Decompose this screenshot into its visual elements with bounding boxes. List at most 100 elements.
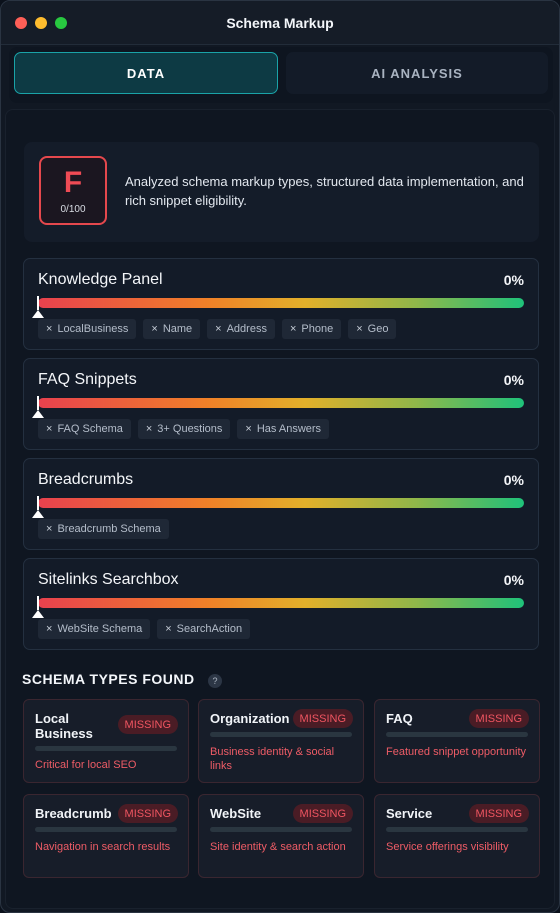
schema-type-card: Organization MISSING Business identity & s… bbox=[198, 699, 364, 783]
schema-type-bar bbox=[35, 827, 177, 832]
schema-type-name: FAQ bbox=[386, 711, 413, 726]
feature-name: Knowledge Panel bbox=[38, 271, 163, 288]
x-mark-icon: × bbox=[46, 423, 53, 435]
progress-marker-pointer bbox=[32, 410, 44, 418]
progress-bar bbox=[38, 498, 524, 508]
progress-marker bbox=[37, 396, 39, 410]
feature-percent: 0% bbox=[503, 472, 524, 488]
feature-name: Breadcrumbs bbox=[38, 471, 134, 488]
missing-badge: MISSING bbox=[292, 709, 353, 728]
schema-type-bar bbox=[386, 732, 528, 737]
feature-percent: 0% bbox=[503, 572, 524, 588]
requirement-label: Has Answers bbox=[256, 423, 322, 435]
grade-badge: F 0/100 bbox=[39, 156, 107, 225]
missing-badge: MISSING bbox=[292, 804, 353, 823]
requirement-chip: × FAQ Schema bbox=[38, 419, 131, 439]
schema-type-name: Organization bbox=[210, 711, 290, 726]
missing-badge: MISSING bbox=[468, 709, 529, 728]
requirement-chip: × Has Answers bbox=[237, 419, 330, 439]
progress-bar bbox=[38, 598, 524, 608]
grade-score: 0/100 bbox=[60, 204, 86, 215]
grade-letter: F bbox=[63, 166, 83, 199]
x-mark-icon: × bbox=[289, 323, 297, 335]
requirement-label: FAQ Schema bbox=[57, 423, 123, 435]
schema-type-card: Breadcrumb MISSING Navigation in search re… bbox=[23, 794, 189, 878]
schema-type-description: Service offerings visibility bbox=[386, 841, 509, 853]
requirement-label: LocalBusiness bbox=[57, 323, 129, 335]
requirement-label: WebSite Schema bbox=[57, 623, 143, 635]
x-mark-icon: × bbox=[245, 423, 252, 435]
progress-marker-pointer bbox=[32, 510, 44, 518]
schema-type-bar bbox=[386, 827, 528, 832]
schema-type-description: Business identity & social links bbox=[210, 746, 335, 772]
requirement-label: Breadcrumb Schema bbox=[57, 523, 161, 535]
requirement-chip: × Breadcrumb Schema bbox=[38, 519, 169, 539]
missing-badge: MISSING bbox=[468, 804, 529, 823]
progress-marker-pointer bbox=[32, 610, 44, 618]
progress-marker bbox=[37, 496, 39, 510]
schema-type-card: WebSite MISSING Site identity & search act… bbox=[198, 794, 364, 878]
feature-percent: 0% bbox=[503, 272, 524, 288]
data-panel: F 0/100 Analyzed schema markup types, st… bbox=[5, 109, 555, 909]
progress-bar bbox=[38, 398, 524, 408]
schema-type-description: Site identity & search action bbox=[210, 841, 346, 853]
schema-type-bar bbox=[210, 732, 352, 737]
score-description: Analyzed schema markup types, structured… bbox=[125, 174, 524, 208]
requirement-label: Geo bbox=[367, 323, 389, 335]
title-bar: Schema Markup bbox=[1, 1, 559, 45]
schema-type-name: Service bbox=[386, 806, 433, 821]
requirement-chip: × Phone bbox=[281, 319, 342, 339]
requirement-list: × LocalBusiness × Name × Address × Phone × Geo bbox=[38, 319, 397, 339]
feature-card: Sitelinks Searchbox 0% × WebSite Schema × Sea… bbox=[23, 558, 539, 650]
requirement-chip: × Name bbox=[143, 319, 201, 339]
requirement-label: 3+ Questions bbox=[157, 423, 223, 435]
progress-marker bbox=[37, 596, 39, 610]
x-mark-icon: × bbox=[215, 323, 222, 335]
schema-type-description: Critical for local SEO bbox=[35, 759, 137, 771]
schema-type-card: FAQ MISSING Featured snippet opportunity bbox=[374, 699, 540, 783]
requirement-chip: × WebSite Schema bbox=[38, 619, 151, 639]
progress-marker bbox=[37, 296, 39, 310]
progress-bar bbox=[38, 298, 524, 308]
requirement-label: SearchAction bbox=[176, 623, 243, 635]
x-mark-icon: × bbox=[46, 523, 53, 535]
requirement-chip: × LocalBusiness bbox=[38, 319, 137, 339]
schema-type-description: Navigation in search results bbox=[35, 841, 171, 853]
feature-percent: 0% bbox=[503, 372, 524, 388]
requirement-list: × FAQ Schema × 3+ Questions × Has Answers bbox=[38, 419, 330, 439]
help-icon[interactable]: ? bbox=[208, 674, 222, 688]
missing-badge: MISSING bbox=[117, 804, 178, 823]
requirement-chip: × 3+ Questions bbox=[137, 419, 231, 439]
requirement-chip: × Geo bbox=[348, 319, 397, 339]
tab-ai-analysis[interactable]: AI ANALYSIS bbox=[286, 52, 548, 94]
schema-type-description: Featured snippet opportunity bbox=[386, 746, 527, 758]
requirement-chip: × SearchAction bbox=[157, 619, 251, 639]
x-mark-icon: × bbox=[46, 623, 53, 635]
schema-type-card: Service MISSING Service offerings visibili… bbox=[374, 794, 540, 878]
missing-badge: MISSING bbox=[117, 715, 178, 734]
x-mark-icon: × bbox=[151, 323, 158, 335]
schema-type-name: WebSite bbox=[210, 806, 262, 821]
feature-name: FAQ Snippets bbox=[38, 371, 137, 388]
feature-card: Breadcrumbs 0% × Breadcrumb Schema bbox=[23, 458, 539, 550]
tab-bar: DATA AI ANALYSIS bbox=[9, 47, 553, 103]
feature-card: FAQ Snippets 0% × FAQ Schema × 3+ Questions × H… bbox=[23, 358, 539, 450]
schema-type-bar bbox=[210, 827, 352, 832]
x-mark-icon: × bbox=[356, 323, 363, 335]
app-window: Schema Markup DATA AI ANALYSIS F 0/100 A… bbox=[0, 0, 560, 913]
requirement-chip: × Address bbox=[207, 319, 275, 339]
x-mark-icon: × bbox=[46, 323, 53, 335]
feature-name: Sitelinks Searchbox bbox=[38, 571, 179, 588]
schema-type-bar bbox=[35, 746, 177, 751]
schema-type-name: Breadcrumb bbox=[35, 806, 112, 821]
feature-card: Knowledge Panel 0% × LocalBusiness × Name × Add… bbox=[23, 258, 539, 350]
schema-type-card: Local Business MISSING Critical for local … bbox=[23, 699, 189, 783]
requirement-label: Address bbox=[226, 323, 267, 335]
requirement-label: Phone bbox=[301, 323, 334, 335]
tab-data[interactable]: DATA bbox=[14, 52, 278, 94]
requirement-list: × WebSite Schema × SearchAction bbox=[38, 619, 251, 639]
schema-types-heading: SCHEMA TYPES FOUND bbox=[22, 671, 195, 687]
requirement-list: × Breadcrumb Schema bbox=[38, 519, 169, 539]
score-card: F 0/100 Analyzed schema markup types, st… bbox=[24, 142, 539, 242]
progress-marker-pointer bbox=[32, 310, 44, 318]
